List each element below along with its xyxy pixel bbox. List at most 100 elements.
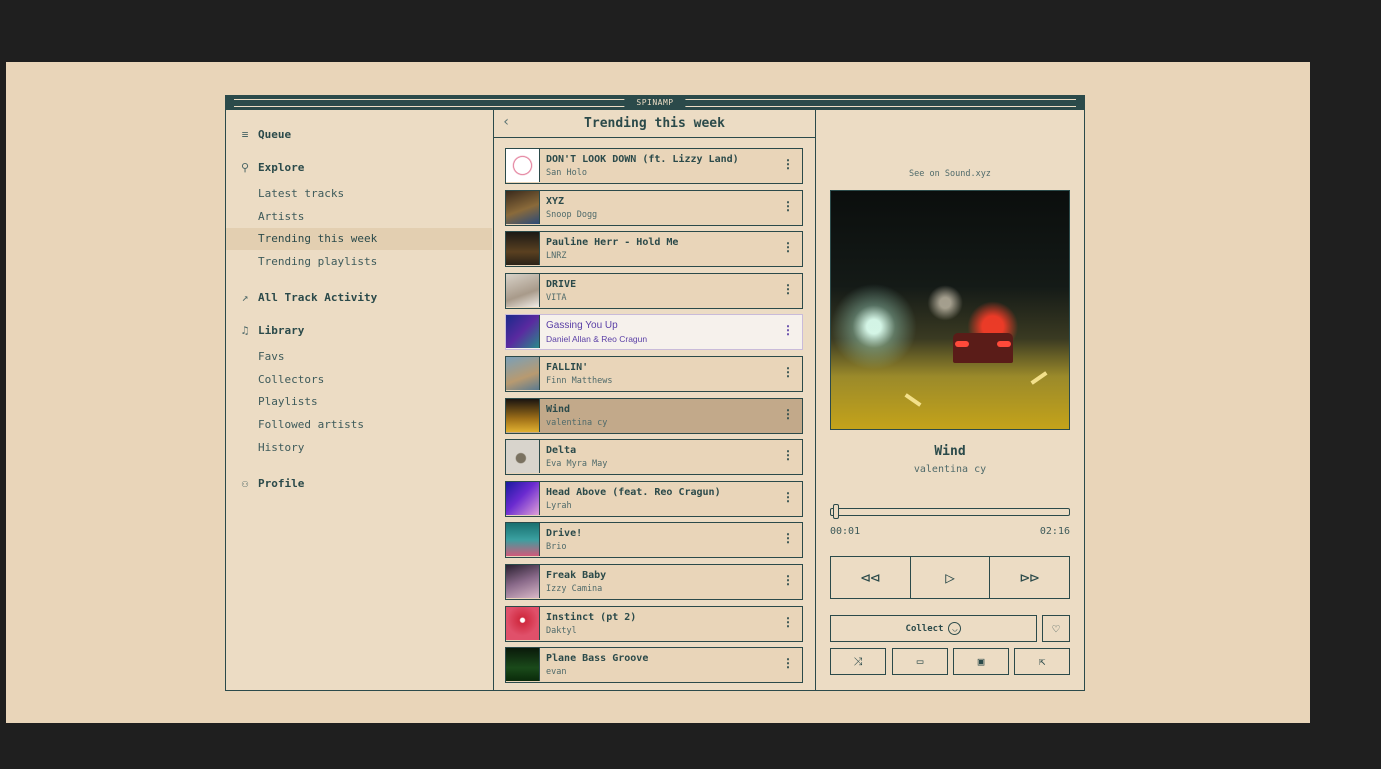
- playlist-add-icon[interactable]: ▣: [953, 648, 1009, 675]
- now-playing-artist: valentina cy: [913, 464, 987, 475]
- sidebar-item-trending-this-week[interactable]: Trending this week: [226, 228, 492, 250]
- track-artist: Lyrah: [546, 500, 572, 511]
- sidebar-item-playlists[interactable]: Playlists: [226, 391, 492, 413]
- more-options-icon[interactable]: ⋮: [782, 199, 794, 213]
- track-row[interactable]: Instinct (pt 2) Daktyl ⋮: [505, 605, 803, 642]
- album-cover: [830, 190, 1070, 430]
- track-artist: Daniel Allan & Reo Cragun: [546, 334, 648, 345]
- track-artist: VITA: [546, 292, 567, 303]
- more-options-icon[interactable]: ⋮: [782, 490, 794, 504]
- track-title: Drive!: [546, 528, 583, 540]
- track-row[interactable]: Delta Eva Myra May ⋮: [505, 439, 803, 476]
- search-icon: ⚲: [240, 160, 250, 174]
- more-options-icon[interactable]: ⋮: [782, 365, 794, 379]
- sidebar-item-collectors[interactable]: Collectors: [226, 369, 492, 391]
- sidebar-item-all-track-activity[interactable]: ↗ All Track Activity: [236, 287, 378, 307]
- share-icon[interactable]: ⇱: [1014, 648, 1070, 675]
- track-title: Delta: [546, 445, 577, 457]
- heart-icon[interactable]: ♡: [1042, 615, 1070, 642]
- now-playing-title: Wind: [934, 444, 966, 459]
- play-icon[interactable]: ▷: [911, 557, 991, 598]
- track-row[interactable]: Plane Bass Groove evan ⋮: [505, 647, 803, 684]
- more-options-icon[interactable]: ⋮: [782, 157, 794, 171]
- track-title: FALLIN': [546, 362, 589, 373]
- track-artist: Izzy Camina: [546, 584, 603, 594]
- page-title: Trending this week: [584, 116, 725, 131]
- track-list-panel: ‹ Trending this week DON'T LOOK DOWN (ft…: [494, 110, 816, 690]
- fast-forward-icon[interactable]: ⊳⊳: [990, 557, 1069, 598]
- app-window: SPINAMP ≡ Queue ⚲ Explore Latest tracks …: [225, 95, 1085, 691]
- track-title: DRIVE: [546, 278, 577, 290]
- transport-controls: ⊲⊲ ▷ ⊳⊳: [830, 556, 1070, 599]
- more-options-icon[interactable]: ⋮: [782, 656, 794, 670]
- track-artwork: [506, 648, 540, 682]
- track-row[interactable]: XYZ Snoop Dogg ⋮: [505, 189, 803, 226]
- track-artwork: [506, 273, 540, 307]
- track-title: XYZ: [546, 195, 565, 207]
- sidebar-item-history[interactable]: History: [226, 437, 492, 459]
- see-on-sound-link[interactable]: See on Sound.xyz: [816, 169, 1084, 179]
- app-title: SPINAMP: [624, 96, 686, 110]
- cast-icon[interactable]: ▭: [892, 648, 948, 675]
- track-row[interactable]: Head Above (feat. Reo Cragun) Lyrah ⋮: [505, 480, 803, 517]
- track-artwork: [506, 232, 540, 266]
- track-artwork: [506, 190, 540, 224]
- now-playing-panel: See on Sound.xyz Wind valentina cy 00:01…: [816, 110, 1084, 690]
- collect-button[interactable]: Collect ◡: [830, 615, 1037, 642]
- track-row[interactable]: Drive! Brio ⋮: [505, 522, 803, 559]
- track-row[interactable]: FALLIN' Finn Matthews ⋮: [505, 356, 803, 392]
- total-time: 02:16: [1039, 526, 1070, 537]
- track-title: Freak Baby: [546, 570, 607, 581]
- track-artwork: [506, 357, 540, 390]
- track-title: Gassing You Up: [546, 320, 618, 332]
- sidebar-item-latest-tracks[interactable]: Latest tracks: [226, 183, 492, 205]
- track-artwork: [506, 398, 540, 432]
- shuffle-icon[interactable]: ⤨: [830, 648, 886, 675]
- track-artist: LNRZ: [546, 251, 567, 262]
- trend-icon: ↗: [241, 290, 249, 304]
- track-artist: evan: [546, 667, 567, 678]
- sidebar-item-library[interactable]: ♫ Library: [236, 320, 305, 340]
- track-artist: Brio: [546, 542, 567, 553]
- sidebar-item-trending-playlists[interactable]: Trending playlists: [226, 251, 492, 273]
- more-options-icon[interactable]: ⋮: [782, 573, 794, 587]
- track-artwork: [506, 440, 540, 474]
- track-title: Instinct (pt 2): [546, 611, 637, 623]
- smile-icon: ◡: [948, 622, 962, 635]
- track-row[interactable]: Wind valentina cy ⋮: [505, 397, 803, 434]
- track-title: Wind: [546, 403, 571, 415]
- user-icon: ⚇: [241, 476, 249, 490]
- track-artist: Daktyl: [546, 625, 577, 636]
- track-title: Head Above (feat. Reo Cragun): [546, 486, 721, 498]
- seek-handle[interactable]: [833, 504, 840, 519]
- track-artwork: [506, 481, 540, 515]
- track-artist: Eva Myra May: [546, 459, 608, 470]
- sidebar-item-profile[interactable]: ⚇ Profile: [236, 473, 305, 493]
- track-row[interactable]: Freak Baby Izzy Camina ⋮: [505, 564, 803, 600]
- track-artwork: [506, 149, 540, 182]
- track-title: Plane Bass Groove: [546, 653, 649, 665]
- more-options-icon[interactable]: ⋮: [782, 323, 794, 337]
- sidebar-item-explore[interactable]: ⚲ Explore: [236, 157, 304, 177]
- elapsed-time: 00:01: [830, 526, 861, 537]
- track-row[interactable]: Gassing You Up Daniel Allan & Reo Cragun ⋮: [505, 314, 803, 351]
- track-artist: Finn Matthews: [546, 376, 613, 386]
- more-options-icon[interactable]: ⋮: [782, 615, 794, 629]
- more-options-icon[interactable]: ⋮: [782, 282, 794, 296]
- sidebar: ≡ Queue ⚲ Explore Latest tracks Artists …: [226, 110, 494, 690]
- track-row[interactable]: Pauline Herr - Hold Me LNRZ ⋮: [505, 231, 803, 268]
- sidebar-item-queue[interactable]: ≡ Queue: [236, 124, 291, 144]
- sidebar-item-followed-artists[interactable]: Followed artists: [226, 414, 492, 436]
- seek-bar[interactable]: [830, 504, 1070, 519]
- rewind-icon[interactable]: ⊲⊲: [831, 557, 911, 598]
- track-row[interactable]: DRIVE VITA ⋮: [505, 272, 803, 309]
- more-options-icon[interactable]: ⋮: [782, 448, 794, 462]
- track-artist: valentina cy: [546, 417, 608, 428]
- more-options-icon[interactable]: ⋮: [782, 531, 794, 545]
- sidebar-item-artists[interactable]: Artists: [226, 206, 492, 228]
- sidebar-item-favs[interactable]: Favs: [226, 346, 492, 368]
- more-options-icon[interactable]: ⋮: [782, 240, 794, 254]
- more-options-icon[interactable]: ⋮: [782, 407, 794, 421]
- track-artwork: [506, 523, 540, 557]
- track-row[interactable]: DON'T LOOK DOWN (ft. Lizzy Land) San Holo…: [505, 148, 803, 184]
